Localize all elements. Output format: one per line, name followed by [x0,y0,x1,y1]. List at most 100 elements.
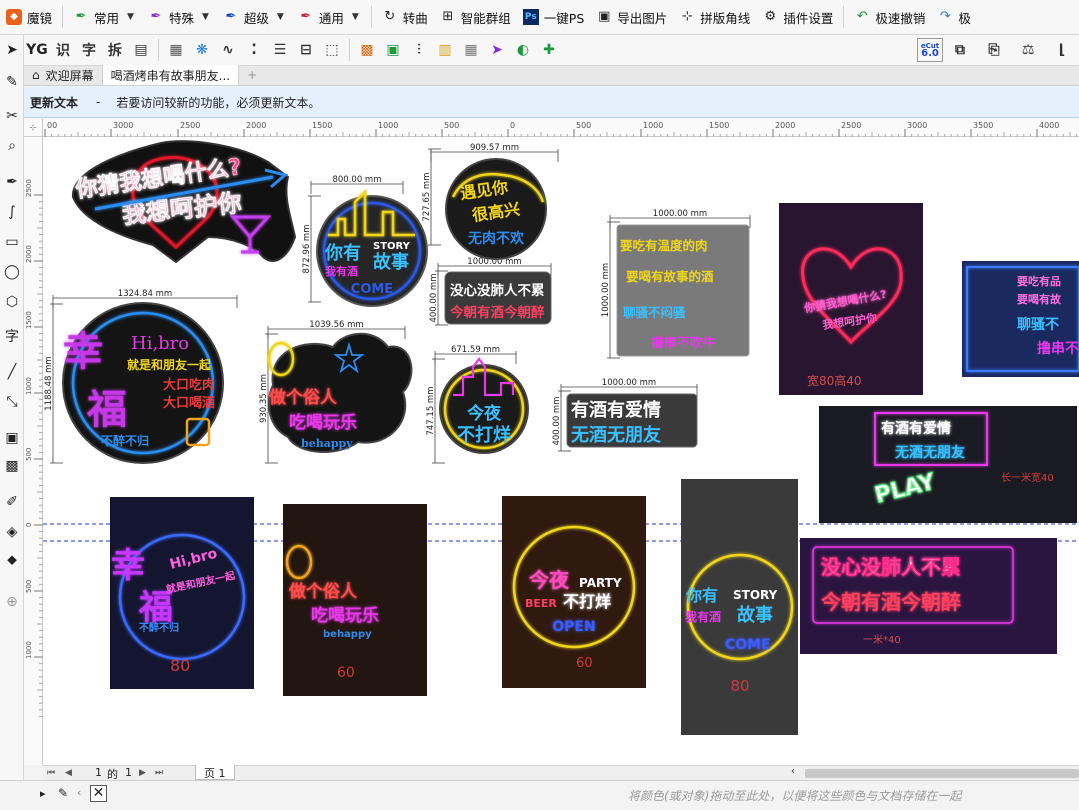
photo-heart-sign[interactable]: 你猜我想喝什么?我想呵护你宽80高40 [779,203,923,395]
align-icon[interactable]: ☰ [269,38,291,62]
photo-happiness-sign[interactable]: 幸福Hi,bro就是和朋友一起不醉不归80 [110,497,254,689]
add-tool-icon[interactable]: ⊕ [1,591,23,613]
design-you-have-story[interactable]: 你有 STORY 我有酒 故事 COME [316,188,428,307]
shapes-icon[interactable]: ⧉ [949,38,971,62]
photo-you-have-story-sign[interactable]: 你有 STORY 我有酒 故事 COME 80 [681,479,798,735]
text-tool-icon[interactable]: 字 [1,325,23,347]
play-icon[interactable]: ▸ [40,787,46,800]
toolbar-item[interactable]: ✒ 超级 [217,2,275,32]
toolbar-item[interactable]: ⚙ 插件设置 [756,2,839,32]
vertical-ruler[interactable]: 2500 2000 1500 1000 500 0 500 1000 [24,137,43,765]
toolbar-item[interactable]: ✒ 常用 [67,2,125,32]
last-page-button[interactable]: ⏭ [155,768,163,779]
add-tab-button[interactable]: + [239,65,265,85]
curve-icon[interactable]: ∿ [217,38,239,62]
horizontal-ruler[interactable]: 00 3000 2500 2000 1500 1000 500 0 500 1000 1500 200… [43,119,1079,137]
curve-tool-icon[interactable]: ∫ [1,201,23,223]
zoom-tool-icon[interactable]: ⌕ [1,135,23,157]
dimension[interactable]: 1039.56 mm [267,320,406,339]
more-icon[interactable]: ⌊ [1051,38,1073,62]
photo-tonight-sign[interactable]: 今夜 PARTY BEER 不打烊 OPEN 60 [502,496,646,688]
drawing-canvas[interactable]: 800.00 mm 872.96 mm 909.57 mm 727.65 mm 1000… [43,137,1079,765]
scroll-left-icon[interactable]: ‹ [77,786,81,799]
toolbar-text-button[interactable]: 拆 [104,38,126,62]
yg-logo-icon[interactable]: YG [26,38,48,62]
color-boxes-icon[interactable]: ▩ [356,38,378,62]
toolbar-text-button[interactable]: 字 [78,38,100,62]
fill-tool-icon[interactable]: ◈ [1,521,23,543]
split-icon[interactable]: ⊟ [295,38,317,62]
toolbar-item[interactable]: ✒ 通用 [292,2,350,32]
distribute-icon[interactable]: ⫶ [408,38,430,62]
eyedropper-tool-icon[interactable]: ✐ [1,491,23,513]
node-icon[interactable]: ⁚ [243,38,265,62]
tab-document[interactable]: 喝酒烤串有故事朋友... [102,65,240,85]
arrow-icon[interactable]: ➤ [486,38,508,62]
smart-fill-tool-icon[interactable]: ⬥ [1,549,23,571]
toolbar-item[interactable]: ↻ 转曲 [376,2,434,32]
pen-tool-icon[interactable]: ✒ [1,171,23,193]
table-icon[interactable]: ▦ [165,38,187,62]
rectangle-tool-icon[interactable]: ▭ [1,231,23,253]
dropdown-arrow-icon[interactable]: ▼ [125,12,142,22]
design-eat-meat-with-warmth[interactable]: 要吃有温度的肉要喝有故事的酒聊骚不闷骚撸串不吹牛 [616,224,750,357]
grid-icon[interactable]: ▦ [460,38,482,62]
design-nice-to-meet-you[interactable]: 遇见你很高兴无肉不欢 [445,158,547,260]
design-be-a-vulgar-person[interactable]: 做个俗人吃喝玩乐 behappy [267,332,413,453]
tab-welcome[interactable]: ⌂ 欢迎屏幕 [24,65,103,85]
puzzle-icon[interactable]: ✚ [538,38,560,62]
horizontal-scrollbar-thumb[interactable] [805,769,1079,778]
toolbar-item[interactable]: ✒ 特殊 [142,2,200,32]
toolbar-item[interactable]: ↷ 极 [931,2,977,32]
ellipse-tool-icon[interactable]: ◯ [1,261,23,283]
eyedropper-icon[interactable]: ✎ [58,786,68,800]
dimension[interactable]: 800.00 mm [310,175,404,194]
toolbar-item[interactable]: ▣ 导出图片 [590,2,673,32]
shadow-tool-icon[interactable]: ▣ [1,427,23,449]
knife-tool-icon[interactable]: ✂ [1,105,23,127]
photo-no-heart-sign[interactable]: 没心没肺人不累今朝有酒今朝醉一米*40 [800,538,1057,654]
prev-page-button[interactable]: ◀ [65,768,72,779]
globe-icon[interactable]: ◐ [512,38,534,62]
photo-cropped-sign[interactable]: 要吃有品要喝有故聊骚不撸串不 [962,261,1079,377]
ecut-button[interactable]: eCut 6.0 [917,38,943,62]
polygon-tool-icon[interactable]: ⬡ [1,291,23,313]
photo-vulgar-person-sign[interactable]: 做个俗人吃喝玩乐 behappy 60 [283,504,427,696]
dropdown-arrow-icon[interactable]: ▼ [275,12,292,22]
photo-play-sign[interactable]: 有酒有爱情无酒无朋友PLAY 长一米宽40 [819,406,1077,523]
copy-icon[interactable]: ⎘ [983,38,1005,62]
ruler-origin[interactable]: ⊹ [24,119,43,137]
dimension[interactable]: 1188.48 mm [44,303,63,464]
frame-icon[interactable]: ▣ [382,38,404,62]
page-tab[interactable]: 页 1 [195,765,235,780]
dropdown-arrow-icon[interactable]: ▼ [350,12,367,22]
design-no-heart-no-lung[interactable]: 没心没肺人不累今朝有酒今朝醉 [444,271,552,325]
rip-icon[interactable]: ▤ [130,38,152,62]
pattern-icon[interactable]: ❋ [191,38,213,62]
design-guess-what-i-drink[interactable]: 你猜我想喝什么?我想呵护你 [71,140,297,264]
app-menu-button[interactable]: ◆ 魔镜 [0,2,58,32]
select-icon[interactable]: ⬚ [321,38,343,62]
first-page-button[interactable]: ⏮ [47,768,55,779]
current-page[interactable]: 1 [95,766,102,779]
toolbar-item[interactable]: Ps 一键PS [517,2,590,32]
toolbar-item[interactable]: ↶ 极速撤销 [848,2,931,32]
transparency-tool-icon[interactable]: ▩ [1,455,23,477]
line-tool-icon[interactable]: ╱ [1,361,23,383]
scroll-left-button[interactable]: ‹ [791,766,795,777]
next-page-button[interactable]: ▶ [139,768,146,779]
dropdown-arrow-icon[interactable]: ▼ [200,12,217,22]
scale-icon[interactable]: ⚖ [1017,38,1039,62]
connector-tool-icon[interactable]: ⤡ [1,391,23,413]
stack-icon[interactable]: ▥ [434,38,456,62]
pick-tool-icon[interactable]: ➤ [1,39,23,61]
dimension[interactable]: 671.59 mm [434,345,517,364]
no-color-swatch[interactable]: ✕ [90,785,107,802]
design-happiness[interactable]: 幸福 Hi,bro 就是和朋友一起大口吃肉大口喝酒不醉不归 [62,302,224,464]
design-tonight-open[interactable]: 今夜不打烊 [439,357,529,454]
shape-tool-icon[interactable]: ✎ [1,71,23,93]
design-wine-love-friends[interactable]: 有酒有爱情无酒无朋友 [566,393,698,448]
toolbar-item[interactable]: ⊞ 智能群组 [434,2,517,32]
toolbar-text-button[interactable]: 识 [52,38,74,62]
dimension[interactable]: 727.65 mm [422,148,441,246]
